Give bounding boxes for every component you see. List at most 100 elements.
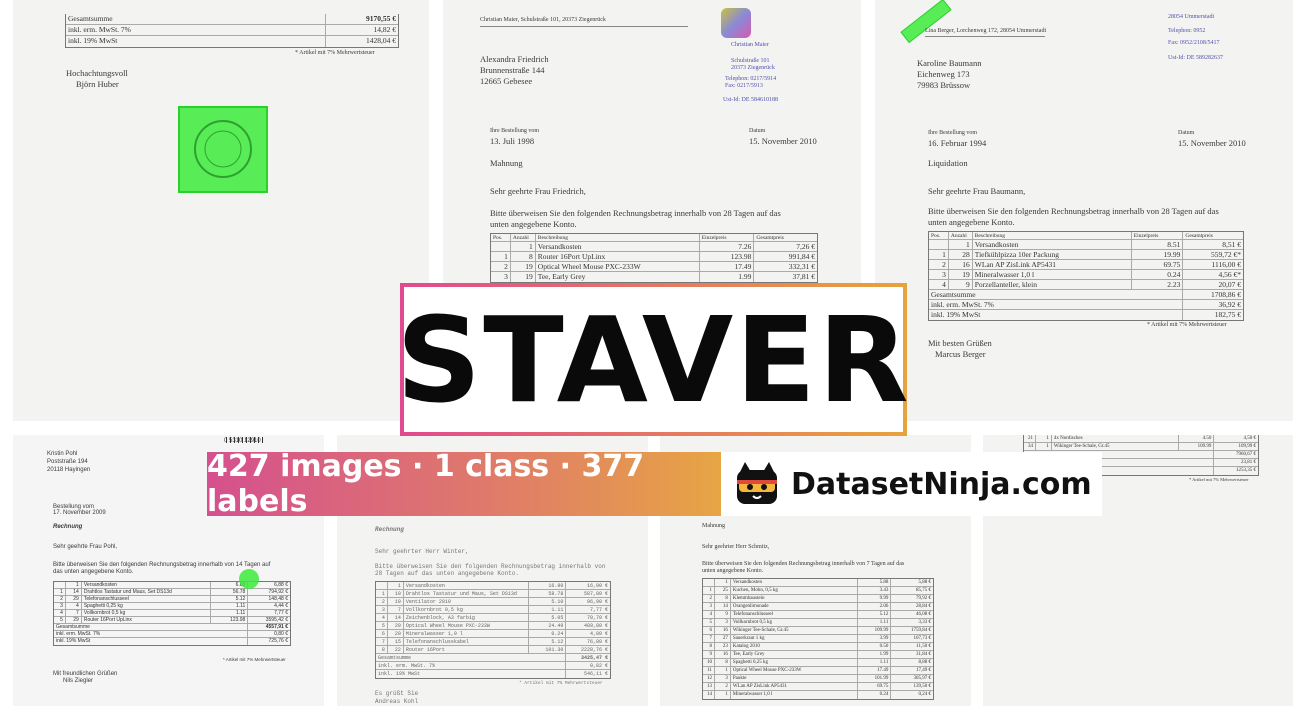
table-row: 1 14 Drahtlos Tastatur und Maus, Set DS13d… xyxy=(54,589,290,596)
recipient-street: Brunnenstraße 144 xyxy=(480,65,545,75)
table-row: 2 19 Ventilator 2010 5.10 96,90 € xyxy=(376,598,610,606)
table-row: 14 1 Mineralwasser 1,0 l 0.24 0,24 € xyxy=(703,691,933,699)
table-row: 8 22 Router 16Port 101.30 2228,76 € xyxy=(376,646,610,654)
total-row: Gesamtsumme 3425,47 € xyxy=(376,654,610,662)
brand-name[interactable]: DatasetNinja.com xyxy=(791,467,1092,502)
date-label: Datum xyxy=(749,128,766,134)
table-row: 12 3 Paukte 101.99 305,97 € xyxy=(703,675,933,683)
salutation: Sehr geehrte Frau Friedrich, xyxy=(490,186,586,196)
body-line-2: unten angegebene Konto. xyxy=(490,219,577,229)
recipient-street: Eichenweg 173 xyxy=(917,69,970,79)
table-row: 2 19 Optical Wheel Mouse PXC-233W 17.49 332,… xyxy=(491,262,817,272)
date-value: 15. November 2010 xyxy=(1178,138,1246,148)
vat-note: * Artikel mit 7% Mehrwertsteuer xyxy=(519,681,603,686)
recipient-name: Alexandra Friedrich xyxy=(480,54,549,64)
tax-full-label: inkl. 19% MwSt xyxy=(66,36,327,47)
table-header: Pos. Anzahl Beschreibung Einzelpreis Ges… xyxy=(491,234,817,242)
date-label: Datum xyxy=(1178,130,1195,136)
table-row: 3 4 Spaghetti 0,25 kg 1.11 4,44 € xyxy=(54,603,290,610)
stamp-label-box xyxy=(178,106,268,193)
order-label: Ihre Bestellung vom xyxy=(490,128,539,134)
table-row: 10 8 Spaghetti 0,25 kg 1.11 8,88 € xyxy=(703,659,933,667)
side-city: 20373 Ziegenrück xyxy=(731,65,775,71)
table-row: 1 Versandkosten 8.51 8,51 € xyxy=(929,240,1243,250)
tax-row: inkl. 19% MwSt 182,75 € xyxy=(931,310,1241,320)
side-fax: Fax: 0952/2108/5417 xyxy=(1168,40,1220,46)
date-value: 15. November 2010 xyxy=(749,136,817,146)
table-row: 5 20 Optical Wheel Mouse PXC-233W 24.49 489,… xyxy=(376,622,610,630)
tax-row: inkl. erm. MwSt. 7% 36,92 € xyxy=(929,300,1243,310)
salutation: Sehr geehrter Herr Schmitz, xyxy=(702,544,770,550)
table-row: 5 29 Router 16Port UpLinx 123.98 3595,42 € xyxy=(54,617,290,624)
side-vat: Ust-Id: DE 589282637 xyxy=(1168,55,1223,61)
salutation: Sehr geehrte Frau Baumann, xyxy=(928,186,1026,196)
body-line-1: Bitte überweisen Sie den folgenden Rechn… xyxy=(490,208,781,218)
table-row: 7 15 Telefonanschlusskabel 5.12 76,80 € xyxy=(376,638,610,646)
subject: Liquidation xyxy=(928,158,968,168)
tax-reduced-value: 14,82 € xyxy=(373,25,397,34)
invoice-table: 1 Versandkosten 5.88 5,88 € 1 25 Kuchen, Mohn… xyxy=(702,578,934,700)
table-row: 4 7 Vollkornbrot 0,5 kg 1.11 7,77 € xyxy=(54,610,290,617)
side-name: Christian Maier xyxy=(731,42,769,48)
side-fax: Fax: 0217/5913 xyxy=(725,83,763,89)
document-tile-3: Lina Berger, Lorchenweg 172, 28054 Ummer… xyxy=(875,0,1293,421)
table-row: 11 1 Optical Wheel Mouse PXC-233W 17.49 17,4… xyxy=(703,667,933,675)
recipient-street: Poststraße 194 xyxy=(47,459,88,465)
signer-name: Andreas Kohl xyxy=(375,698,419,705)
vat-note: * Artikel mit 7% Mehrwertsteuer xyxy=(1147,322,1227,328)
signer-name: Björn Huber xyxy=(76,79,119,89)
tax-row: inkl. erm. MwSt. 7% 0,82 € xyxy=(376,662,610,670)
table-row: 1 Versandkosten 7.26 7,26 € xyxy=(491,242,817,252)
tax-reduced-label: inkl. erm. MwSt. 7% xyxy=(66,25,327,35)
table-row: 8 23 Katalog 2010 0.50 11,50 € xyxy=(703,643,933,651)
vat-note: * Artikel mit 7% Mehrwertsteuer xyxy=(223,657,286,662)
body-line-2: unten angegebene Konto. xyxy=(928,217,1015,227)
closing-text: Hochachtungsvoll xyxy=(66,68,128,78)
dataset-stats-bar: 427 images · 1 class · 377 labels xyxy=(207,449,721,519)
recipient-city: 79983 Brüssow xyxy=(917,80,971,90)
table-row: 6 16 Wikinger Tee-Schale, Gr.45 109.99 1759,… xyxy=(703,627,933,635)
side-city: 28054 Ummerstadt xyxy=(1168,14,1215,20)
totals-table: Gesamtsumme 9170,55 € inkl. erm. MwSt. 7%… xyxy=(65,14,399,48)
total-label: Gesamtsumme xyxy=(66,14,327,24)
signer-name: Marcus Berger xyxy=(935,349,986,359)
table-row: 1 Versandkosten 5.88 5,88 € xyxy=(703,579,933,587)
subject: Mahnung xyxy=(490,158,523,168)
signer-name: Nils Ziegler xyxy=(63,678,94,684)
body-line-2: das unten angegebene Konto. xyxy=(53,569,134,575)
subject: Rechnung xyxy=(375,526,404,533)
recipient-city: 12665 Gebesee xyxy=(480,76,533,86)
table-row: 1 10 Drahtlos Tastatur und Maus, Set DS13d… xyxy=(376,590,610,598)
table-row: 1 25 Kuchen, Mohn, 0,5 kg 3.43 85,75 € xyxy=(703,587,933,595)
total-row: Gesamtsumme 1708,86 € xyxy=(929,290,1243,300)
sender-line: Christian Maier, Schulstraße 101, 20373 … xyxy=(480,17,606,23)
table-row: 5 3 Vollkornbrot 0,5 kg 1.11 3,33 € xyxy=(703,619,933,627)
table-header: Pos. Anzahl Beschreibung Einzelpreis Ges… xyxy=(929,232,1243,240)
subject: Rechnung xyxy=(53,524,83,530)
recipient-name: Karoline Baumann xyxy=(917,58,982,68)
table-row: 2 8 Klemmbaustein 9.99 79,92 € xyxy=(703,595,933,603)
barcode-number: 0 5310 12910 xyxy=(224,438,261,444)
total-value: 9170,55 € xyxy=(366,14,396,23)
order-date: 13. Juli 1998 xyxy=(490,136,535,146)
brand-bar[interactable]: DatasetNinja.com xyxy=(721,452,1102,516)
dataset-title-box: STAVER xyxy=(396,283,909,436)
dataset-stats: 427 images · 1 class · 377 labels xyxy=(207,449,645,519)
salutation: Sehr geehrter Herr Winter, xyxy=(375,548,469,555)
recipient-name: Kristin Pohl xyxy=(47,451,78,457)
table-row: 21 1 4x Nordisches 4.50 4,50 € xyxy=(1024,435,1258,443)
closing-text: Es grüßt Sie xyxy=(375,690,419,697)
tax-row: inkl. 19% MwSt 546,11 € xyxy=(378,670,608,678)
side-vat: Ust-Id: DE 584610188 xyxy=(723,97,778,103)
table-row: 3 19 Mineralwasser 1,0 l 0.24 4,56 €* xyxy=(929,270,1243,280)
table-row: 6 20 Mineralwasser 1,0 l 0.24 4,80 € xyxy=(376,630,610,638)
invoice-table: Pos. Anzahl Beschreibung Einzelpreis Ges… xyxy=(928,231,1244,321)
recipient-city: 20118 Hayingen xyxy=(47,467,91,473)
invoice-table: Pos. Anzahl Beschreibung Einzelpreis Ges… xyxy=(490,233,818,283)
table-row: 3 14 Orangenlimonade 2.06 28,84 € xyxy=(703,603,933,611)
table-row: 9 16 Tee, Early Grey 1.99 31,84 € xyxy=(703,651,933,659)
order-date: 16. Februar 1994 xyxy=(928,138,987,148)
table-row: 7 27 Sauerkraut 1 kg 3.99 107,73 € xyxy=(703,635,933,643)
stamp-label-dot xyxy=(239,569,259,589)
table-row: 1 8 Router 16Port UpLinx 123.98 991,84 € xyxy=(491,252,817,262)
